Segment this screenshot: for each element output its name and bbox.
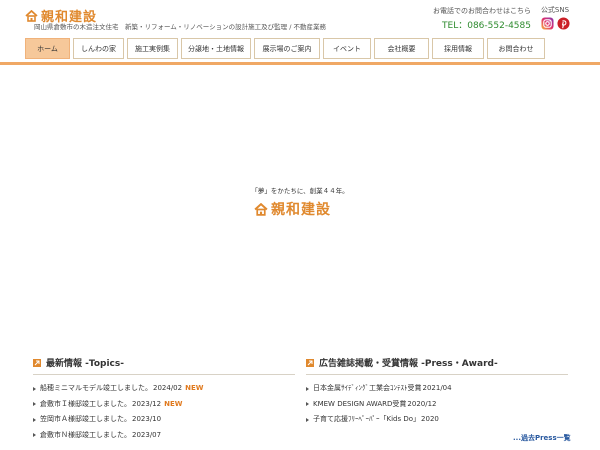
nav-works[interactable]: 施工実例集 bbox=[127, 38, 178, 59]
bullet-icon bbox=[306, 386, 309, 391]
press-title-text: 広告雑誌掲載・受賞情報 -Press・Award- bbox=[319, 359, 498, 369]
bullet-icon bbox=[306, 417, 309, 422]
bullet-icon bbox=[306, 402, 309, 407]
new-badge: NEW bbox=[164, 399, 183, 408]
site-tagline: 岡山県倉敷市の木造注文住宅 新築・リフォーム・リノベーションの設計施工及び監理 … bbox=[34, 23, 326, 31]
topics-title: 最新情報 -Topics- bbox=[33, 356, 295, 375]
nav-shinwa-house[interactable]: しんわの家 bbox=[73, 38, 124, 59]
nav-home[interactable]: ホーム bbox=[25, 38, 70, 59]
news-link[interactable]: 倉敷市Ｎ様邸竣工しました。 bbox=[40, 428, 131, 444]
news-date: 2024/02 bbox=[153, 384, 183, 392]
press-archive-link[interactable]: ...過去Press一覧 bbox=[513, 433, 571, 443]
list-item: KMEW DESIGN AWARD受賞 2020/12 bbox=[306, 397, 568, 413]
press-link[interactable]: KMEW DESIGN AWARD受賞 bbox=[313, 397, 406, 413]
list-item: 船穂ミニマルモデル竣工しました。 2024/02 NEW bbox=[33, 381, 295, 397]
news-date: 2023/10 bbox=[132, 415, 162, 423]
nav-company[interactable]: 会社概要 bbox=[374, 38, 429, 59]
bullet-icon bbox=[33, 433, 36, 438]
list-item: 笠岡市Ａ様邸竣工しました。 2023/10 bbox=[33, 412, 295, 428]
hero-logo-text: 親和建設 bbox=[271, 202, 331, 218]
hero-logo: 親和建設 bbox=[254, 199, 331, 219]
nav-events[interactable]: イベント bbox=[323, 38, 371, 59]
bullet-icon bbox=[33, 402, 36, 407]
bullet-icon bbox=[33, 386, 36, 391]
topics-list: 船穂ミニマルモデル竣工しました。 2024/02 NEW 倉敷市Ｉ様邸竣工しまし… bbox=[33, 381, 295, 443]
instagram-icon[interactable] bbox=[540, 17, 554, 30]
press-date: 2020/12 bbox=[407, 399, 437, 408]
section-marker-icon bbox=[306, 358, 314, 367]
nav-land-info[interactable]: 分譲地・土地情報 bbox=[181, 38, 251, 59]
press-link[interactable]: 子育て応援ﾌﾘｰﾍﾟｰﾊﾟｰ「Kids Do」 bbox=[313, 412, 420, 428]
contact-label: お電話でのお問合わせはこちら bbox=[433, 7, 531, 15]
new-badge: NEW bbox=[185, 384, 204, 392]
topics-title-text: 最新情報 -Topics- bbox=[46, 359, 124, 369]
bullet-icon bbox=[33, 417, 36, 422]
sns-icons bbox=[538, 17, 572, 30]
house-logo-icon bbox=[254, 202, 268, 216]
hero-area: 「夢」をかたちに、創業４４年。 親和建設 bbox=[0, 65, 600, 350]
news-date: 2023/12 bbox=[132, 399, 162, 408]
press-link[interactable]: 日本金属ｻｲﾃﾞｨﾝｸﾞ工業会ｺﾝﾃｽﾄ受賞 bbox=[313, 381, 422, 397]
press-date: 2021/04 bbox=[422, 384, 452, 392]
nav-recruit[interactable]: 採用情報 bbox=[432, 38, 484, 59]
sns-label: 公式SNS bbox=[540, 6, 570, 14]
house-logo-icon bbox=[25, 9, 38, 22]
section-marker-icon bbox=[33, 358, 41, 367]
news-link[interactable]: 船穂ミニマルモデル竣工しました。 bbox=[40, 381, 152, 397]
contact-block: お電話でのお問合わせはこちら TEL：086-552-4585 bbox=[425, 6, 531, 31]
list-item: 日本金属ｻｲﾃﾞｨﾝｸﾞ工業会ｺﾝﾃｽﾄ受賞 2021/04 bbox=[306, 381, 568, 397]
list-item: 子育て応援ﾌﾘｰﾍﾟｰﾊﾟｰ「Kids Do」 2020 bbox=[306, 412, 568, 428]
site-header: 親和建設 岡山県倉敷市の木造注文住宅 新築・リフォーム・リノベーションの設計施工… bbox=[0, 0, 600, 36]
news-link[interactable]: 倉敷市Ｉ様邸竣工しました。 bbox=[40, 397, 131, 413]
list-item: 倉敷市Ｎ様邸竣工しました。 2023/07 bbox=[33, 428, 295, 444]
press-date: 2020 bbox=[421, 415, 439, 423]
press-title: 広告雑誌掲載・受賞情報 -Press・Award- bbox=[306, 356, 568, 375]
press-list: 日本金属ｻｲﾃﾞｨﾝｸﾞ工業会ｺﾝﾃｽﾄ受賞 2021/04 KMEW DESI… bbox=[306, 381, 568, 428]
sns-block: 公式SNS bbox=[538, 5, 572, 30]
pinterest-icon[interactable] bbox=[556, 17, 570, 30]
news-link[interactable]: 笠岡市Ａ様邸竣工しました。 bbox=[40, 412, 131, 428]
list-item: 倉敷市Ｉ様邸竣工しました。 2023/12 NEW bbox=[33, 397, 295, 413]
nav-contact[interactable]: お問合わせ bbox=[487, 38, 545, 59]
news-date: 2023/07 bbox=[132, 430, 162, 439]
main-nav: ホーム しんわの家 施工実例集 分譲地・土地情報 展示場のご案内 イベント 会社… bbox=[25, 38, 575, 59]
phone-number[interactable]: TEL：086-552-4585 bbox=[425, 18, 531, 31]
nav-showroom[interactable]: 展示場のご案内 bbox=[254, 38, 320, 59]
hero-tagline: 「夢」をかたちに、創業４４年。 bbox=[251, 187, 349, 195]
topics-section: 最新情報 -Topics- 船穂ミニマルモデル竣工しました。 2024/02 N… bbox=[33, 356, 295, 443]
press-section: 広告雑誌掲載・受賞情報 -Press・Award- 日本金属ｻｲﾃﾞｨﾝｸﾞ工業… bbox=[306, 356, 571, 442]
